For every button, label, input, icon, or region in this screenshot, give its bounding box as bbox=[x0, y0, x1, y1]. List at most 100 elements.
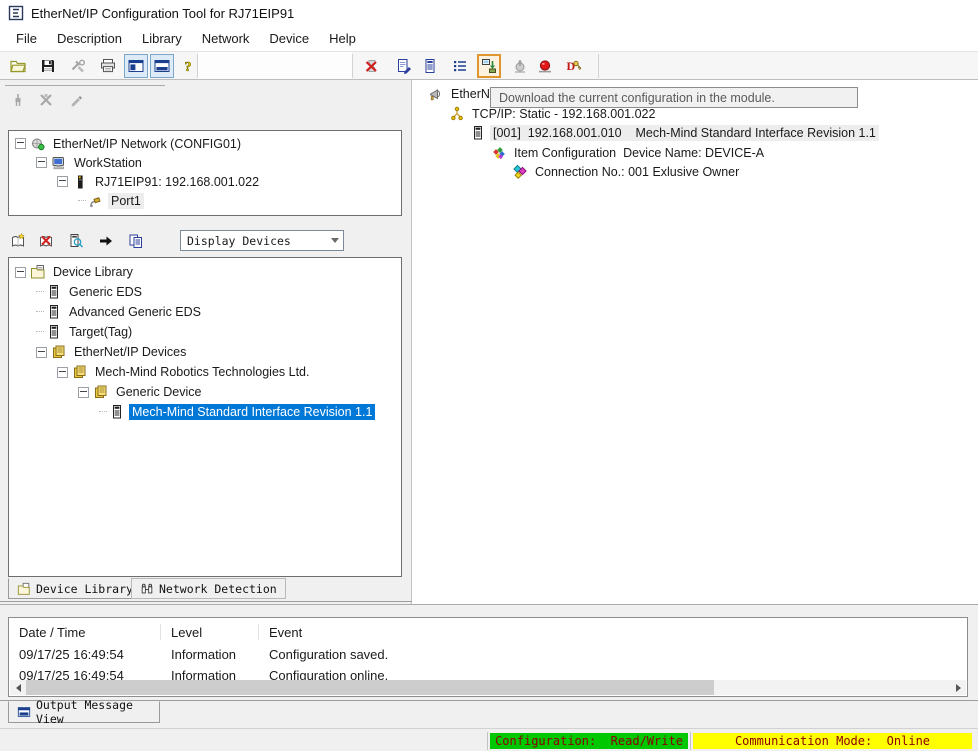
online-indicator-icon bbox=[537, 58, 553, 74]
tree-connector bbox=[99, 411, 107, 413]
red-x-icon bbox=[364, 58, 380, 74]
insert-device-button[interactable] bbox=[6, 89, 30, 111]
menu-description[interactable]: Description bbox=[47, 28, 132, 49]
tree-expander[interactable] bbox=[15, 138, 26, 149]
eds-card-icon bbox=[46, 304, 62, 320]
tree-expander[interactable] bbox=[36, 347, 47, 358]
connection-diamonds-icon bbox=[512, 164, 528, 180]
tab-device-library[interactable]: Device Library bbox=[8, 578, 142, 599]
tree-item-device-001[interactable]: [001] 192.168.001.010 Mech-Mind Standard… bbox=[466, 123, 879, 142]
save-button[interactable] bbox=[36, 54, 60, 78]
tab-output-message-view[interactable]: Output Message View bbox=[8, 701, 160, 723]
tree-connector bbox=[36, 311, 44, 313]
column-date-time[interactable]: Date / Time bbox=[9, 624, 161, 640]
print-button[interactable] bbox=[96, 54, 120, 78]
chevron-down-icon bbox=[327, 238, 343, 243]
edit-description-button[interactable] bbox=[392, 54, 416, 78]
copy-docs-icon bbox=[128, 233, 144, 249]
tree-item-mechmind-standard-interface[interactable]: Mech-Mind Standard Interface Revision 1.… bbox=[9, 402, 401, 422]
tree-item-rj71eip91[interactable]: RJ71EIP91: 192.168.001.022 bbox=[9, 172, 401, 191]
tree-item-label: Generic EDS bbox=[66, 284, 145, 300]
download-config-button[interactable] bbox=[477, 54, 501, 78]
tree-item-device-library[interactable]: Device Library bbox=[9, 262, 401, 282]
tree-item-label: Advanced Generic EDS bbox=[66, 304, 204, 320]
toggle-output-pane-button[interactable] bbox=[150, 54, 174, 78]
tree-item-ethernetip-devices[interactable]: EtherNet/IP Devices bbox=[9, 342, 401, 362]
tab-network-detection[interactable]: Network Detection bbox=[131, 578, 286, 599]
network-tree-panel: EtherNet/IP Network (CONFIG01) WorkStati… bbox=[8, 130, 402, 216]
column-level[interactable]: Level bbox=[161, 624, 259, 640]
register-device-button[interactable] bbox=[94, 230, 118, 252]
svg-text:D: D bbox=[567, 59, 576, 73]
tree-expander[interactable] bbox=[36, 157, 47, 168]
window-title: EtherNet/IP Configuration Tool for RJ71E… bbox=[31, 6, 294, 21]
menu-library[interactable]: Library bbox=[132, 28, 192, 49]
menu-network[interactable]: Network bbox=[192, 28, 260, 49]
computer-icon bbox=[51, 155, 67, 171]
column-event[interactable]: Event bbox=[259, 625, 967, 640]
remove-eds-icon bbox=[38, 233, 54, 249]
tree-item-item-configuration[interactable]: Item Configuration Device Name: DEVICE-A bbox=[487, 143, 767, 162]
tree-item-connection-001[interactable]: Connection No.: 001 Exlusive Owner bbox=[508, 162, 742, 181]
duplicate-device-button[interactable] bbox=[124, 230, 148, 252]
module-icon bbox=[72, 174, 88, 190]
message-row[interactable]: 09/17/25 16:49:54 Information Configurat… bbox=[9, 643, 967, 665]
item-list-button[interactable] bbox=[448, 54, 472, 78]
scrollbar-thumb[interactable] bbox=[26, 680, 714, 695]
tree-expander[interactable] bbox=[78, 387, 89, 398]
horizontal-scrollbar[interactable] bbox=[10, 680, 966, 695]
menu-file[interactable]: File bbox=[6, 28, 47, 49]
module-properties-button[interactable] bbox=[418, 54, 442, 78]
status-communication: Communication Mode: Online bbox=[693, 733, 972, 749]
view-eds-file-button[interactable] bbox=[64, 230, 88, 252]
tree-item-generic-eds[interactable]: Generic EDS bbox=[9, 282, 401, 302]
tools-button[interactable] bbox=[66, 54, 90, 78]
scroll-right-button[interactable] bbox=[950, 680, 966, 695]
tree-item-port1[interactable]: Port1 bbox=[9, 191, 401, 210]
title-bar: EtherNet/IP Configuration Tool for RJ71E… bbox=[0, 0, 978, 26]
message-table: Date / Time Level Event 09/17/25 16:49:5… bbox=[8, 617, 968, 697]
edit-device-button[interactable] bbox=[64, 89, 88, 111]
tree-expander[interactable] bbox=[15, 267, 26, 278]
download-config-icon bbox=[481, 58, 497, 74]
library-folder-icon bbox=[30, 264, 46, 280]
toolbar-spacer bbox=[198, 52, 352, 79]
tree-item-mechmind-vendor[interactable]: Mech-Mind Robotics Technologies Ltd. bbox=[9, 362, 401, 382]
go-online-button[interactable] bbox=[533, 54, 557, 78]
tree-item-workstation[interactable]: WorkStation bbox=[9, 153, 401, 172]
cancel-operation-button[interactable] bbox=[360, 54, 384, 78]
main-toolbar: ? bbox=[0, 52, 978, 80]
security-key-button[interactable]: D bbox=[562, 54, 586, 78]
status-divider bbox=[690, 732, 691, 750]
display-filter-select[interactable]: Display Devices bbox=[180, 230, 344, 251]
arrow-right-icon bbox=[98, 233, 114, 249]
remove-eds-button[interactable] bbox=[34, 230, 58, 252]
device-library-panel: Device Library Generic EDS Advanced Gene… bbox=[8, 257, 402, 577]
tree-expander[interactable] bbox=[57, 176, 68, 187]
upload-config-button[interactable] bbox=[508, 54, 532, 78]
menu-help[interactable]: Help bbox=[319, 28, 366, 49]
tree-item-generic-device[interactable]: Generic Device bbox=[9, 382, 401, 402]
toolbar-separator bbox=[352, 54, 353, 78]
delete-device-button[interactable] bbox=[34, 89, 58, 111]
tree-item-advanced-generic-eds[interactable]: Advanced Generic EDS bbox=[9, 302, 401, 322]
upload-config-icon bbox=[512, 58, 528, 74]
document-edit-icon bbox=[396, 58, 412, 74]
app-window: EtherNet/IP Configuration Tool for RJ71E… bbox=[0, 0, 978, 751]
tree-item-ethernet-network[interactable]: EtherNet/IP Network (CONFIG01) bbox=[9, 134, 401, 153]
tree-item-label: EtherNet/IP Devices bbox=[71, 344, 189, 360]
tree-item-label: EtherNet/IP Network (CONFIG01) bbox=[50, 136, 244, 152]
toggle-left-pane-button[interactable] bbox=[124, 54, 148, 78]
menu-device[interactable]: Device bbox=[259, 28, 319, 49]
open-file-button[interactable] bbox=[6, 54, 30, 78]
tree-expander[interactable] bbox=[57, 367, 68, 378]
left-pane-bottom-line bbox=[0, 601, 412, 602]
tree-item-target-tag[interactable]: Target(Tag) bbox=[9, 322, 401, 342]
network-announce-icon bbox=[428, 86, 444, 102]
scroll-left-button[interactable] bbox=[10, 680, 26, 695]
add-eds-button[interactable] bbox=[6, 230, 30, 252]
tree-connector bbox=[36, 331, 44, 333]
open-folder-icon bbox=[10, 58, 26, 74]
binoculars-icon bbox=[140, 582, 154, 596]
help-icon: ? bbox=[181, 58, 197, 74]
